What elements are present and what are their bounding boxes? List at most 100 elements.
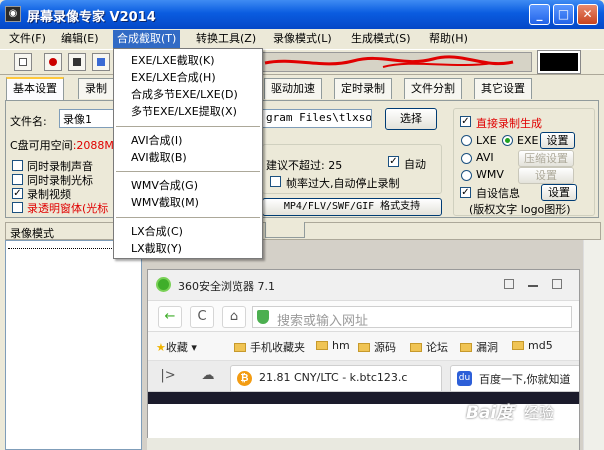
menu-compose-cut[interactable]: 合成截取(T) [112, 30, 181, 48]
browser-preview: 360安全浏览器 7.1 ← C ⌂ 搜索或输入网址 ★收藏 ▾ 手机收藏夹 h… [147, 269, 580, 450]
avi-radio[interactable] [461, 153, 472, 164]
tab-record[interactable]: 录制 [78, 78, 114, 99]
bookmark-source[interactable]: 源码 [358, 339, 396, 355]
menu-multi-section-compose[interactable]: 合成多节EXE/LXE(D) [114, 87, 262, 103]
shield-icon [257, 310, 269, 324]
menu-lx-cut[interactable]: LX截取(Y) [114, 241, 262, 257]
baidu-watermark: Bai度 [466, 403, 514, 423]
record-list-pane[interactable] [5, 240, 142, 450]
browser-titlebar: 360安全浏览器 7.1 [148, 270, 579, 300]
new-file-icon[interactable] [14, 53, 32, 71]
record-transparent-label: 录透明窗体(光标 [27, 202, 109, 215]
bookmarks-menu[interactable]: ★收藏 ▾ [156, 339, 197, 355]
menu-help[interactable]: 帮助(H) [426, 31, 471, 47]
record-cursor-checkbox[interactable] [12, 174, 23, 185]
bookmark-mobile[interactable]: 手机收藏夹 [234, 339, 305, 355]
lxe-radio[interactable] [461, 135, 472, 146]
tab-driver-accel[interactable]: 驱动加速 [264, 78, 322, 99]
auto-checkbox[interactable]: ✓ [388, 156, 399, 167]
refresh-icon[interactable]: C [190, 306, 214, 328]
menu-generate-mode[interactable]: 生成模式(S) [348, 31, 414, 47]
record-icon[interactable] [44, 53, 62, 71]
menu-bar: 文件(F) 编辑(E) 合成截取(T) 转换工具(Z) 录像模式(L) 生成模式… [0, 29, 604, 48]
direct-generate-checkbox[interactable]: ✓ [460, 116, 471, 127]
menu-multi-section-extract[interactable]: 多节EXE/LXE提取(X) [114, 104, 262, 120]
record-transparent-checkbox[interactable] [12, 202, 23, 213]
menu-convert-tools[interactable]: 转换工具(Z) [193, 31, 259, 47]
sidebar-toggle-icon[interactable]: |> [156, 366, 180, 388]
menu-wmv-compose[interactable]: WMV合成(G) [114, 178, 262, 194]
bookmark-md5[interactable]: md5 [512, 339, 553, 352]
menu-exe-lxe-cut[interactable]: EXE/LXE截取(K) [114, 53, 262, 69]
auto-label: 自动 [404, 158, 426, 171]
recording-status-area [262, 52, 532, 72]
close-button[interactable]: ✕ [577, 4, 598, 25]
tab-file-split[interactable]: 文件分割 [404, 78, 462, 99]
menu-avi-cut[interactable]: AVI截取(B) [114, 150, 262, 166]
browser-logo-icon [156, 277, 171, 292]
browser-restore-icon[interactable] [504, 279, 514, 289]
framerate-stop-label: 帧率过大,自动停止录制 [286, 177, 400, 190]
bookmark-hm[interactable]: hm [316, 339, 350, 352]
wmv-radio[interactable] [461, 170, 472, 181]
exe-radio[interactable] [502, 135, 513, 146]
camera-icon[interactable]: ◉ [5, 6, 21, 22]
address-bar[interactable]: 搜索或输入网址 [252, 306, 572, 329]
tab-other-settings[interactable]: 其它设置 [474, 78, 532, 99]
browser-title: 360安全浏览器 7.1 [178, 280, 275, 293]
lxe-label: LXE [476, 134, 497, 147]
record-sound-checkbox[interactable] [12, 160, 23, 171]
menu-wmv-cut[interactable]: WMV截取(M) [114, 195, 262, 211]
maximize-button[interactable]: □ [553, 4, 574, 25]
bookmark-forum[interactable]: 论坛 [410, 339, 448, 355]
tab-basic-settings[interactable]: 基本设置 [6, 77, 64, 100]
browser-maximize-icon[interactable] [552, 279, 562, 289]
compress-settings-button[interactable]: 压缩设置 [518, 150, 574, 167]
back-icon[interactable]: ← [158, 306, 182, 328]
bitcoin-icon: ₿ [237, 371, 252, 386]
copyright-note: (版权文字 logo图形) [469, 203, 571, 216]
bookmark-vuln[interactable]: 漏洞 [460, 339, 498, 355]
record-video-checkbox[interactable]: ✓ [12, 188, 23, 199]
record-mode-tab[interactable] [265, 222, 305, 238]
menu-record-mode[interactable]: 录像模式(L) [270, 31, 335, 47]
vertical-scrollbar[interactable] [583, 240, 604, 450]
filename-input[interactable]: 录像1 [59, 109, 115, 128]
menu-exe-lxe-compose[interactable]: EXE/LXE合成(H) [114, 70, 262, 86]
color-preview[interactable] [537, 50, 581, 74]
home-icon[interactable]: ⌂ [222, 306, 246, 328]
address-placeholder: 搜索或输入网址 [277, 314, 369, 329]
title-bar: ◉ 屏幕录像专家 V2014 _ □ ✕ [0, 0, 604, 29]
record-mode-label: 录像模式 [10, 227, 54, 240]
tab-scheduled-record[interactable]: 定时录制 [334, 78, 392, 99]
choose-path-button[interactable]: 选择 [385, 108, 437, 130]
menu-lx-compose[interactable]: LX合成(C) [114, 224, 262, 240]
exe-settings-button[interactable]: 设置 [540, 132, 575, 149]
browser-tab-btc[interactable]: ₿ 21.81 CNY/LTC - k.btc123.c [230, 365, 442, 391]
cloud-icon[interactable]: ☁ [196, 366, 220, 388]
minimize-button[interactable]: _ [529, 4, 550, 25]
browser-tabs: |> ☁ ₿ 21.81 CNY/LTC - k.btc123.c du 百度一… [148, 361, 579, 392]
path-input[interactable]: gram Files\tlxsof [262, 109, 372, 128]
stop-icon[interactable] [68, 53, 86, 71]
format-support-button[interactable]: MP4/FLV/SWF/GIF 格式支持 [262, 198, 442, 216]
filename-label: 文件名: [10, 115, 47, 128]
browser-navbar: ← C ⌂ 搜索或输入网址 [148, 300, 579, 332]
selfinfo-settings-button[interactable]: 设置 [541, 184, 577, 201]
wmv-settings-button[interactable]: 设置 [518, 167, 574, 184]
menu-separator [116, 126, 260, 127]
menu-edit[interactable]: 编辑(E) [58, 31, 102, 47]
browser-tab-baidu[interactable]: du 百度一下,你就知道 [450, 365, 579, 391]
menu-avi-compose[interactable]: AVI合成(I) [114, 133, 262, 149]
browser-minimize-icon[interactable] [528, 285, 538, 287]
disk-space-label: C盘可用空间:2088M [10, 139, 114, 152]
menu-file[interactable]: 文件(F) [6, 31, 49, 47]
selfinfo-checkbox[interactable]: ✓ [460, 187, 471, 198]
browser-header-strip [148, 392, 579, 404]
pause-icon[interactable] [92, 53, 110, 71]
framerate-stop-checkbox[interactable] [270, 176, 281, 187]
horizontal-scrollbar[interactable] [147, 438, 579, 450]
avi-label: AVI [476, 151, 494, 164]
suggest-label: 建议不超过: 25 [266, 159, 343, 172]
baidu-icon: du [457, 371, 472, 386]
